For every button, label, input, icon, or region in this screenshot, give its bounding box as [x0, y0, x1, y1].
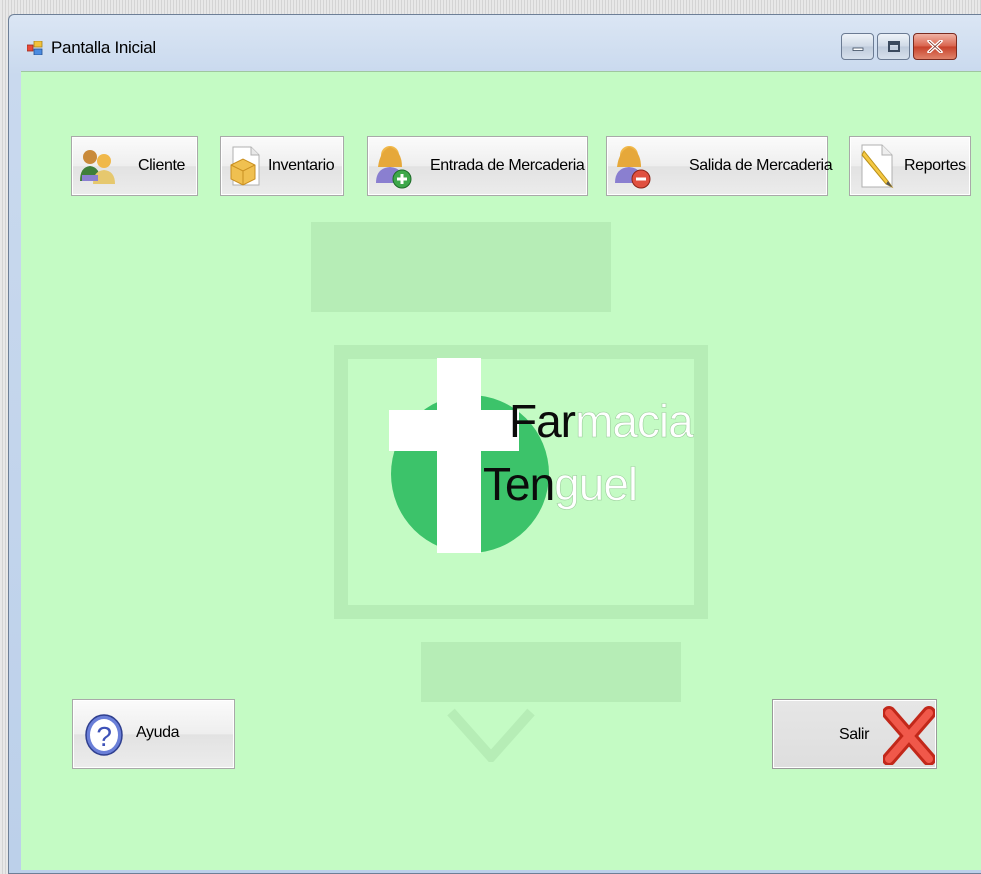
salir-button[interactable]: Salir	[772, 699, 937, 769]
help-icon: ?	[85, 714, 123, 756]
cross-circle-icon	[389, 358, 549, 553]
client-area: Cliente Inventario Entrada de Mercaderia	[21, 71, 981, 873]
window-title: Pantalla Inicial	[51, 38, 156, 57]
user-remove-icon	[615, 146, 651, 189]
farmacia-logo: Farmacia Tenguel	[389, 355, 694, 555]
cliente-label: Cliente	[138, 157, 186, 174]
minimize-button[interactable]	[841, 33, 874, 60]
svg-text:?: ?	[96, 721, 111, 752]
salida-mercaderia-button[interactable]: Salida de Mercaderia	[606, 136, 833, 196]
logo-line-1-dark: Far	[509, 395, 576, 447]
reportes-label: Reportes	[904, 157, 966, 174]
maximize-icon	[887, 41, 900, 52]
salir-label: Salir	[839, 726, 870, 743]
ayuda-label: Ayuda	[136, 724, 180, 741]
pencil-document-icon	[861, 144, 894, 189]
window-bottom-border	[9, 870, 981, 873]
logo-line-1: Farmacia	[509, 395, 694, 447]
reportes-button[interactable]: Reportes	[849, 136, 971, 196]
logo-line-2: Tenguel	[483, 458, 639, 510]
logo-line-1-light: macia	[575, 395, 694, 447]
logo-line-2-dark: Ten	[483, 458, 555, 510]
entrada-mercaderia-button[interactable]: Entrada de Mercaderia	[367, 136, 588, 196]
maximize-button[interactable]	[877, 33, 910, 60]
user-add-icon	[376, 146, 412, 189]
ayuda-button[interactable]: ? Ayuda	[72, 699, 235, 769]
minimize-icon	[852, 47, 863, 51]
close-button[interactable]	[913, 33, 957, 60]
package-icon	[230, 146, 260, 186]
inventario-button[interactable]: Inventario	[220, 136, 344, 196]
salida-mercaderia-label: Salida de Mercaderia	[689, 157, 833, 174]
close-icon	[927, 40, 943, 53]
app-icon	[27, 41, 43, 55]
red-x-icon	[883, 706, 935, 765]
title-bar[interactable]: Pantalla Inicial	[9, 15, 981, 71]
logo-line-2-light: guel	[554, 458, 639, 510]
inventario-label: Inventario	[268, 157, 335, 174]
cliente-button[interactable]: Cliente	[71, 136, 198, 196]
entrada-mercaderia-label: Entrada de Mercaderia	[430, 157, 585, 174]
users-icon	[80, 150, 115, 184]
main-window: Pantalla Inicial Cliente Inventario Entr…	[8, 14, 981, 874]
